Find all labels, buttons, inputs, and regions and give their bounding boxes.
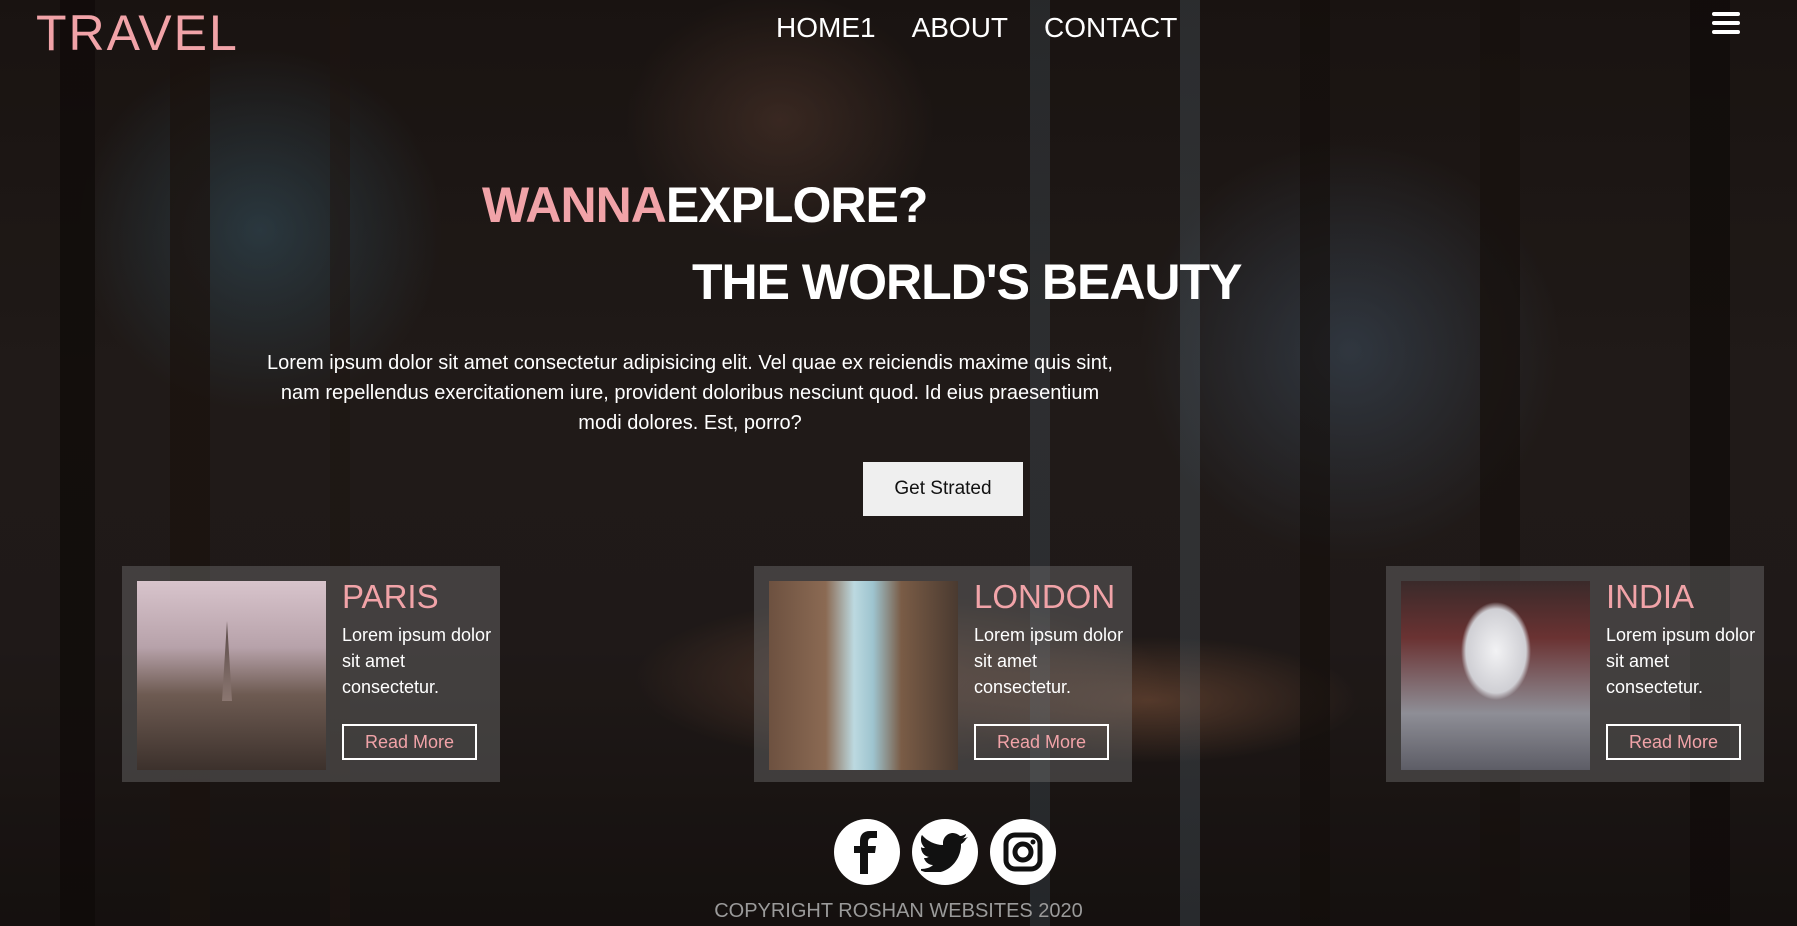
card-description: Lorem ipsum dolor sit amet consectetur.: [1606, 625, 1756, 697]
card-description: Lorem ipsum dolor sit amet consectetur.: [342, 625, 492, 697]
main-nav: HOME1 ABOUT CONTACT: [776, 12, 1177, 44]
destination-card-paris: PARIS Lorem ipsum dolor sit amet consect…: [122, 566, 500, 782]
india-taj-mahal-image: [1401, 581, 1590, 770]
read-more-button[interactable]: Read More: [1606, 724, 1741, 760]
hero-description: Lorem ipsum dolor sit amet consectetur a…: [267, 352, 1113, 434]
nav-contact-link[interactable]: CONTACT: [1044, 12, 1177, 44]
card-description: Lorem ipsum dolor sit amet consectetur.: [974, 625, 1124, 697]
hero-title-accent: WANNA: [482, 177, 667, 233]
nav-about-link[interactable]: ABOUT: [912, 12, 1008, 44]
paris-street-image: [137, 581, 326, 770]
destination-card-india: INDIA Lorem ipsum dolor sit amet consect…: [1386, 566, 1764, 782]
destination-card-london: LONDON Lorem ipsum dolor sit amet consec…: [754, 566, 1132, 782]
twitter-icon[interactable]: [912, 819, 978, 885]
hero-title-rest: EXPLORE?: [665, 177, 928, 233]
london-street-image: [769, 581, 958, 770]
card-title: PARIS: [342, 578, 439, 615]
read-more-button[interactable]: Read More: [342, 724, 477, 760]
site-logo[interactable]: TRAVEL: [36, 4, 239, 62]
instagram-icon[interactable]: [990, 819, 1056, 885]
social-links: [834, 819, 1056, 885]
card-title: INDIA: [1606, 578, 1695, 615]
get-started-button[interactable]: Get Strated: [863, 462, 1023, 516]
hero-subtitle: THE WORLD'S BEAUTY: [692, 254, 1242, 310]
hero-title-line1: WANNAEXPLORE?: [482, 176, 928, 234]
read-more-button[interactable]: Read More: [974, 724, 1109, 760]
nav-home-link[interactable]: HOME1: [776, 12, 876, 44]
card-title: LONDON: [974, 578, 1116, 615]
facebook-icon[interactable]: [834, 819, 900, 885]
copyright-text: COPYRIGHT ROSHAN WEBSITES 2020: [714, 900, 1083, 922]
hamburger-menu-icon[interactable]: [1712, 12, 1740, 34]
